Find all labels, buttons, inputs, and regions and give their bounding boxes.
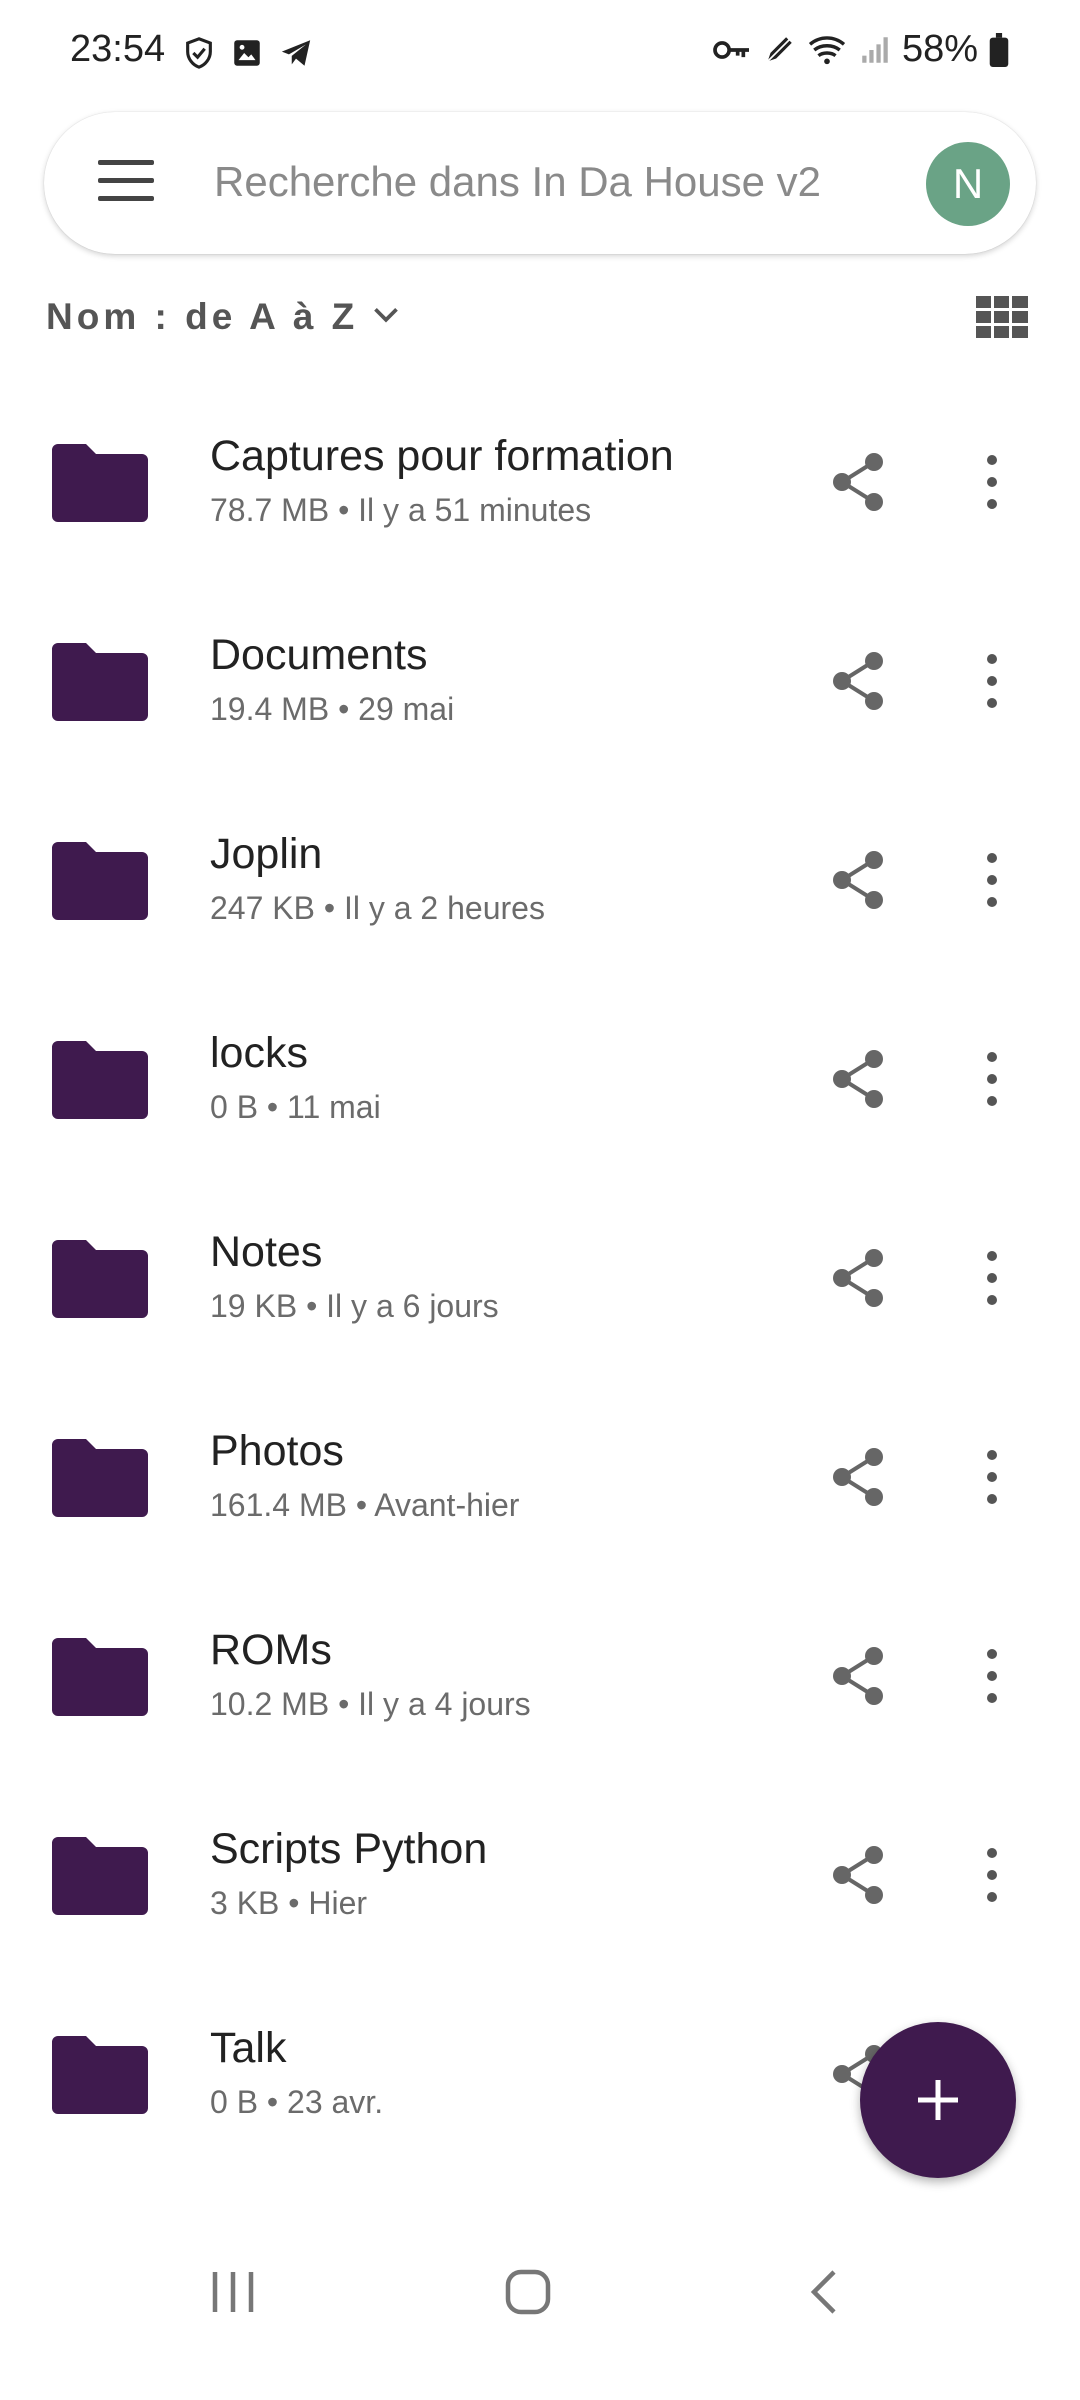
chevron-down-icon <box>374 308 399 323</box>
share-icon[interactable] <box>830 1248 886 1308</box>
folder-meta: 19.4 MB • 29 mai <box>210 691 455 727</box>
search-bar[interactable]: Recherche dans In Da House v2 N <box>44 112 1036 254</box>
folder-meta: 78.7 MB • Il y a 51 minutes <box>210 492 592 528</box>
more-options-icon[interactable] <box>972 651 1012 711</box>
share-icon[interactable] <box>830 1845 886 1905</box>
navigation-bar <box>0 2240 1080 2400</box>
more-options-icon[interactable] <box>972 1049 1012 1109</box>
folder-name: locks <box>210 1029 308 1077</box>
folder-name: Scripts Python <box>210 1825 488 1873</box>
avatar-letter: N <box>952 160 984 207</box>
folder-meta: 247 KB • Il y a 2 heures <box>210 890 545 926</box>
battery-icon <box>989 32 1009 67</box>
file-list: Captures pour formation 78.7 MB • Il y a … <box>0 400 1080 2191</box>
share-icon[interactable] <box>830 1646 886 1706</box>
list-item[interactable]: Joplin 247 KB • Il y a 2 heures <box>0 798 1080 997</box>
status-bar: 23:54 58% <box>0 0 1080 108</box>
list-item[interactable]: ROMs 10.2 MB • Il y a 4 jours <box>0 1594 1080 1793</box>
image-icon <box>234 40 260 66</box>
folder-icon <box>52 1240 148 1318</box>
search-input[interactable]: Recherche dans In Da House v2 <box>214 158 821 206</box>
sort-selector[interactable]: Nom : de A à Z <box>46 296 400 338</box>
folder-icon <box>52 1041 148 1119</box>
share-icon[interactable] <box>830 651 886 711</box>
signal-icon <box>862 36 888 63</box>
share-icon[interactable] <box>830 850 886 910</box>
folder-name: Notes <box>210 1228 323 1276</box>
more-options-icon[interactable] <box>972 1646 1012 1706</box>
folder-icon <box>52 2036 148 2114</box>
share-icon[interactable] <box>830 1447 886 1507</box>
folder-icon <box>52 643 148 721</box>
avatar[interactable]: N <box>926 142 1010 226</box>
folder-icon <box>52 1638 148 1716</box>
sort-label: Nom : de A à Z <box>46 296 359 337</box>
more-options-icon[interactable] <box>972 1845 1012 1905</box>
shield-icon <box>186 37 212 69</box>
folder-meta: 10.2 MB • Il y a 4 jours <box>210 1686 531 1722</box>
list-item[interactable]: locks 0 B • 11 mai <box>0 997 1080 1196</box>
share-icon[interactable] <box>830 452 886 512</box>
folder-meta: 0 B • 23 avr. <box>210 2084 384 2120</box>
share-icon[interactable] <box>830 1049 886 1109</box>
list-item[interactable]: Documents 19.4 MB • 29 mai <box>0 599 1080 798</box>
folder-name: Captures pour formation <box>210 432 674 480</box>
folder-name: ROMs <box>210 1626 332 1674</box>
more-options-icon[interactable] <box>972 1248 1012 1308</box>
status-time: 23:54 <box>70 28 166 70</box>
battery-percent: 58% <box>901 28 978 70</box>
list-item[interactable]: Scripts Python 3 KB • Hier <box>0 1793 1080 1992</box>
folder-name: Joplin <box>210 830 323 878</box>
folder-name: Documents <box>210 631 428 679</box>
menu-icon[interactable] <box>98 160 154 204</box>
list-item[interactable]: Notes 19 KB • Il y a 6 jours <box>0 1196 1080 1395</box>
grid-view-icon[interactable] <box>976 296 1028 338</box>
folder-icon <box>52 1439 148 1517</box>
folder-icon <box>52 1837 148 1915</box>
folder-meta: 3 KB • Hier <box>210 1885 368 1921</box>
folder-name: Photos <box>210 1427 344 1475</box>
add-button[interactable] <box>860 2022 1016 2178</box>
telegram-icon <box>281 40 311 66</box>
recent-apps-icon[interactable] <box>210 2270 256 2314</box>
home-icon[interactable] <box>504 2268 552 2316</box>
edit-icon <box>765 36 793 63</box>
back-icon[interactable] <box>808 2268 838 2316</box>
wifi-icon <box>808 35 846 64</box>
more-options-icon[interactable] <box>972 1447 1012 1507</box>
more-options-icon[interactable] <box>972 850 1012 910</box>
vpn-key-icon <box>713 40 749 59</box>
plus-icon <box>918 2080 958 2120</box>
folder-meta: 0 B • 11 mai <box>210 1089 381 1125</box>
list-item[interactable]: Photos 161.4 MB • Avant-hier <box>0 1395 1080 1594</box>
folder-meta: 161.4 MB • Avant-hier <box>210 1487 520 1523</box>
folder-meta: 19 KB • Il y a 6 jours <box>210 1288 499 1324</box>
folder-name: Talk <box>210 2024 287 2072</box>
more-options-icon[interactable] <box>972 452 1012 512</box>
folder-icon <box>52 444 148 522</box>
list-item[interactable]: Captures pour formation 78.7 MB • Il y a … <box>0 400 1080 599</box>
folder-icon <box>52 842 148 920</box>
